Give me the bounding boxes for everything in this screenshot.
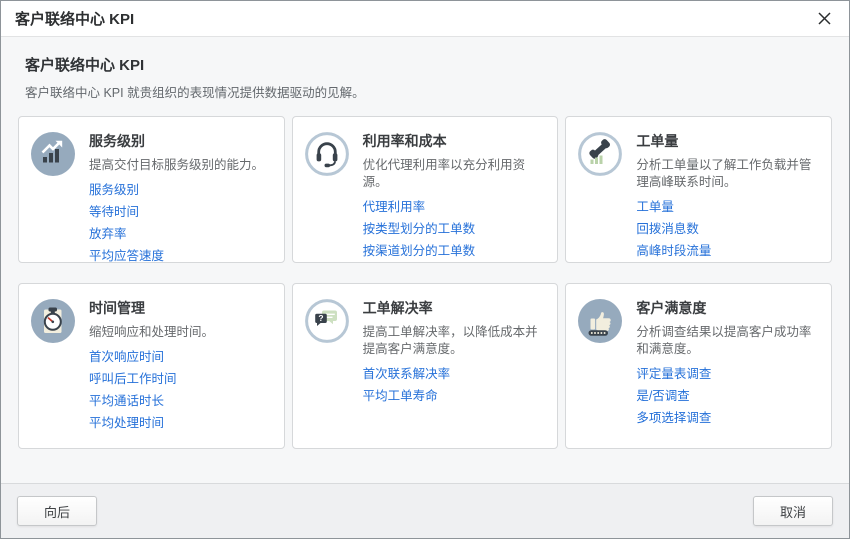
close-icon[interactable] — [815, 10, 833, 28]
service-level-chart-icon — [31, 132, 75, 176]
kpi-card: 客户满意度 分析调查结果以提高客户成功率和满意度。 评定量表调查是/否调查多项选… — [565, 283, 832, 449]
card-title: 利用率和成本 — [363, 131, 546, 151]
kpi-card-grid: 服务级别 提高交付目标服务级别的能力。 服务级别等待时间放弃率平均应答速度 利用… — [1, 116, 849, 449]
card-description: 提高交付目标服务级别的能力。 — [89, 157, 272, 174]
kpi-metric-link[interactable]: 回拨消息数 — [636, 223, 819, 236]
kpi-metric-link[interactable]: 首次响应时间 — [89, 351, 272, 364]
kpi-metric-link[interactable]: 是/否调查 — [636, 390, 819, 403]
dialog-content: 客户联络中心 KPI 客户联络中心 KPI 就贵组织的表现情况提供数据驱动的见解… — [1, 37, 849, 483]
headset-icon — [305, 132, 349, 176]
kpi-metric-link[interactable]: 平均处理时间 — [89, 417, 272, 430]
dialog-titlebar: 客户联络中心 KPI — [1, 1, 849, 37]
kpi-card: ? 工单解决率 提高工单解决率，以降低成本并提高客户满意度。 首次联系解决率平均… — [292, 283, 559, 449]
kpi-metric-link[interactable]: 高峰时段流量 — [636, 245, 819, 258]
kpi-metric-link[interactable]: 平均工单寿命 — [363, 390, 546, 403]
page-title: 客户联络中心 KPI — [25, 54, 825, 75]
card-title: 服务级别 — [89, 131, 272, 151]
card-title: 工单解决率 — [363, 298, 546, 318]
kpi-metric-link[interactable]: 工单量 — [636, 201, 819, 214]
kpi-metric-link[interactable]: 放弃率 — [89, 228, 272, 241]
kpi-metric-link[interactable]: 等待时间 — [89, 206, 272, 219]
kpi-metric-link[interactable]: 按渠道划分的工单数 — [363, 245, 546, 258]
card-links: 首次联系解决率平均工单寿命 — [363, 368, 546, 403]
kpi-card: 工单量 分析工单量以了解工作负载并管理高峰联系时间。 工单量回拨消息数高峰时段流… — [565, 116, 832, 263]
card-title: 客户满意度 — [636, 298, 819, 318]
chat-resolution-icon: ? — [305, 299, 349, 343]
kpi-metric-link[interactable]: 多项选择调查 — [636, 412, 819, 425]
card-links: 代理利用率按类型划分的工单数按渠道划分的工单数每工单成本 — [363, 201, 546, 263]
card-links: 评定量表调查是/否调查多项选择调查 — [636, 368, 819, 425]
kpi-card: 利用率和成本 优化代理利用率以充分利用资源。 代理利用率按类型划分的工单数按渠道… — [292, 116, 559, 263]
card-links: 首次响应时间呼叫后工作时间平均通话时长平均处理时间 — [89, 351, 272, 430]
kpi-metric-link[interactable]: 平均通话时长 — [89, 395, 272, 408]
thumbs-up-rating-icon — [578, 299, 622, 343]
card-links: 服务级别等待时间放弃率平均应答速度 — [89, 184, 272, 263]
dialog-footer: 向后 取消 — [1, 483, 849, 538]
phone-volume-icon — [578, 132, 622, 176]
card-description: 分析调查结果以提高客户成功率和满意度。 — [636, 324, 819, 358]
card-description: 优化代理利用率以充分利用资源。 — [363, 157, 546, 191]
card-description: 缩短响应和处理时间。 — [89, 324, 272, 341]
cancel-button[interactable]: 取消 — [753, 496, 833, 526]
kpi-metric-link[interactable]: 代理利用率 — [363, 201, 546, 214]
kpi-card: 服务级别 提高交付目标服务级别的能力。 服务级别等待时间放弃率平均应答速度 — [18, 116, 285, 263]
kpi-metric-link[interactable]: 按类型划分的工单数 — [363, 223, 546, 236]
svg-text:?: ? — [318, 313, 323, 323]
kpi-dialog: 客户联络中心 KPI 客户联络中心 KPI 客户联络中心 KPI 就贵组织的表现… — [0, 0, 850, 539]
card-description: 分析工单量以了解工作负载并管理高峰联系时间。 — [636, 157, 819, 191]
page-subtitle: 客户联络中心 KPI 就贵组织的表现情况提供数据驱动的见解。 — [25, 82, 825, 101]
card-description: 提高工单解决率，以降低成本并提高客户满意度。 — [363, 324, 546, 358]
kpi-metric-link[interactable]: 首次联系解决率 — [363, 368, 546, 381]
card-title: 工单量 — [636, 131, 819, 151]
kpi-metric-link[interactable]: 平均应答速度 — [89, 250, 272, 263]
kpi-card: 时间管理 缩短响应和处理时间。 首次响应时间呼叫后工作时间平均通话时长平均处理时… — [18, 283, 285, 449]
stopwatch-clipboard-icon — [31, 299, 75, 343]
card-links: 工单量回拨消息数高峰时段流量 — [636, 201, 819, 258]
kpi-metric-link[interactable]: 服务级别 — [89, 184, 272, 197]
kpi-metric-link[interactable]: 呼叫后工作时间 — [89, 373, 272, 386]
card-title: 时间管理 — [89, 298, 272, 318]
kpi-metric-link[interactable]: 评定量表调查 — [636, 368, 819, 381]
page-header: 客户联络中心 KPI 客户联络中心 KPI 就贵组织的表现情况提供数据驱动的见解… — [1, 37, 849, 101]
dialog-title: 客户联络中心 KPI — [15, 8, 134, 29]
back-button[interactable]: 向后 — [17, 496, 97, 526]
